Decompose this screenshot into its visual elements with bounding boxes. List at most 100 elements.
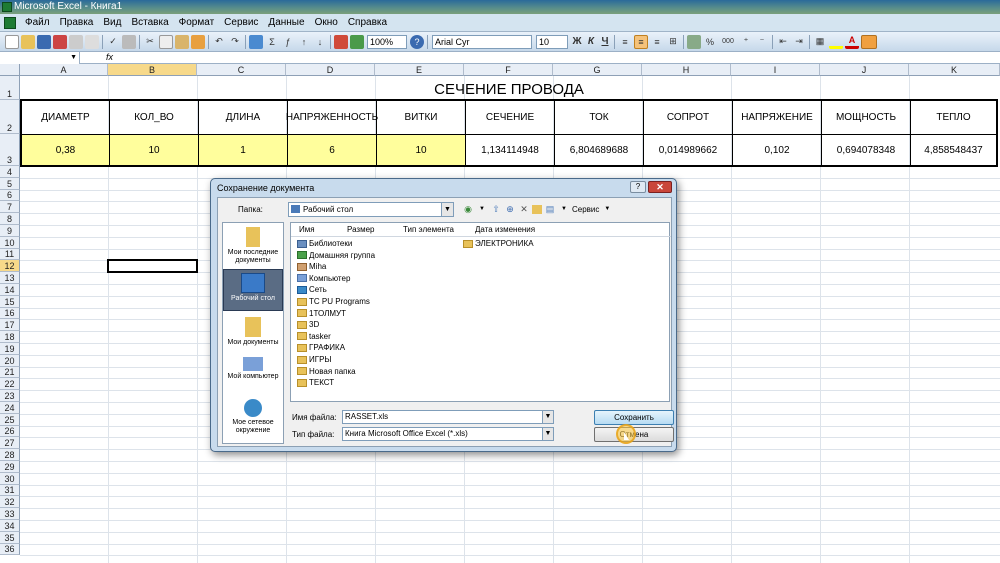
chart-wizard-icon[interactable] — [334, 34, 348, 49]
row-header[interactable]: 36 — [0, 543, 20, 556]
hyperlink-icon[interactable] — [249, 34, 263, 49]
row-header[interactable]: 17 — [0, 319, 20, 332]
row-header[interactable]: 7 — [0, 201, 20, 214]
row-header[interactable]: 28 — [0, 449, 20, 461]
sort-ascending-icon[interactable]: ↑ — [297, 35, 311, 49]
list-item[interactable]: ГРАФИКА — [297, 343, 345, 352]
row-header[interactable]: 6 — [0, 189, 20, 202]
research-icon[interactable] — [122, 34, 136, 49]
menu-format[interactable]: Формат — [174, 17, 220, 28]
spelling-icon[interactable]: ✓ — [106, 35, 120, 49]
table-value-cell[interactable]: 4,858548437 — [911, 135, 996, 165]
list-item[interactable]: Сеть — [297, 285, 327, 294]
name-box[interactable]: ▼ — [0, 52, 80, 64]
tools-menu[interactable]: Сервис — [572, 205, 599, 214]
bold-button[interactable]: Ж — [571, 35, 583, 49]
list-item[interactable]: tasker — [297, 332, 331, 341]
delete-icon[interactable]: ✕ — [518, 203, 530, 215]
fx-icon[interactable]: fx — [106, 52, 113, 62]
row-header[interactable]: 22 — [0, 378, 20, 391]
fill-color-icon[interactable] — [829, 35, 843, 49]
file-list[interactable]: Имя Размер Тип элемента Дата изменения Б… — [290, 222, 671, 402]
cut-icon[interactable]: ✂ — [143, 35, 157, 49]
print-preview-icon[interactable] — [85, 34, 99, 49]
views-icon[interactable]: ▤ — [544, 203, 556, 215]
align-center-icon[interactable]: ≡ — [634, 34, 648, 49]
filename-input[interactable]: RASSET.xls ▼ — [342, 410, 554, 424]
row-header[interactable]: 15 — [0, 295, 20, 308]
select-all-corner[interactable] — [0, 64, 20, 76]
row-header[interactable]: 33 — [0, 508, 20, 520]
table-value-cell[interactable]: 0,694078348 — [822, 135, 911, 165]
row-header[interactable]: 3 — [0, 134, 20, 166]
column-header[interactable]: G — [553, 64, 642, 76]
copy-icon[interactable] — [159, 34, 173, 49]
sheet-title[interactable]: СЕЧЕНИЕ ПРОВОДА — [20, 80, 998, 100]
table-header-cell[interactable]: ДИАМЕТР — [22, 101, 110, 135]
save-button[interactable]: Сохранить — [594, 410, 674, 425]
align-right-icon[interactable]: ≡ — [650, 35, 664, 49]
place-my-computer[interactable]: Мой компьютер — [223, 357, 283, 381]
row-header[interactable]: 35 — [0, 531, 20, 544]
undo-icon[interactable]: ↶ — [212, 35, 226, 49]
table-header-cell[interactable]: НАПРЯЖЕНИЕ — [733, 101, 822, 135]
chevron-down-icon[interactable]: ▼ — [70, 54, 77, 61]
row-header[interactable]: 11 — [0, 248, 20, 261]
menu-data[interactable]: Данные — [263, 17, 309, 28]
dialog-help-button[interactable]: ? — [630, 181, 646, 193]
row-header[interactable]: 24 — [0, 402, 20, 414]
drawing-icon[interactable] — [350, 34, 364, 49]
list-item[interactable]: Новая папка — [297, 367, 356, 376]
new-folder-icon[interactable] — [532, 204, 542, 214]
place-recent[interactable]: Мои последние документы — [223, 227, 283, 265]
menu-view[interactable]: Вид — [98, 17, 126, 28]
table-header-cell[interactable]: ТЕПЛО — [911, 101, 996, 135]
table-header-cell[interactable]: ВИТКИ — [377, 101, 466, 135]
row-header[interactable]: 14 — [0, 284, 20, 296]
list-item[interactable]: Домашняя группа — [297, 251, 375, 260]
table-header-cell[interactable]: ДЛИНА — [199, 101, 288, 135]
paste-icon[interactable] — [175, 34, 189, 49]
font-color-icon[interactable]: A — [845, 35, 859, 49]
column-header[interactable]: F — [464, 64, 553, 76]
merge-center-icon[interactable]: ⊞ — [666, 35, 680, 49]
row-header[interactable]: 2 — [0, 100, 20, 134]
column-type[interactable]: Тип элемента — [403, 225, 454, 234]
list-item[interactable]: 3D — [297, 320, 319, 329]
zoom-select[interactable]: 100% — [367, 34, 407, 49]
search-web-icon[interactable]: ⊕ — [504, 203, 516, 215]
save-icon[interactable] — [37, 34, 51, 49]
row-header[interactable]: 13 — [0, 272, 20, 284]
row-header[interactable]: 12 — [0, 260, 20, 273]
decrease-indent-icon[interactable]: ⇤ — [776, 35, 790, 49]
table-header-cell[interactable]: СОПРОТ — [644, 101, 733, 135]
row-header[interactable]: 18 — [0, 331, 20, 343]
column-header[interactable]: A — [20, 64, 108, 76]
italic-button[interactable]: К — [585, 35, 597, 49]
align-left-icon[interactable]: ≡ — [618, 35, 632, 49]
increase-indent-icon[interactable]: ⇥ — [792, 35, 806, 49]
list-item[interactable]: 1ТОЛМУТ — [297, 309, 346, 318]
format-painter-icon[interactable] — [191, 34, 205, 49]
table-header-cell[interactable]: СЕЧЕНИЕ — [466, 101, 555, 135]
excel-doc-icon[interactable] — [4, 16, 16, 29]
list-item[interactable]: ИГРЫ — [297, 355, 332, 364]
column-header[interactable]: J — [820, 64, 909, 76]
font-size-select[interactable]: 10 — [536, 34, 568, 49]
function-icon[interactable]: ƒ — [281, 35, 295, 49]
underline-button[interactable]: Ч — [599, 35, 611, 49]
column-size[interactable]: Размер — [347, 225, 375, 234]
chevron-down-icon[interactable]: ▼ — [476, 203, 488, 215]
menu-window[interactable]: Окно — [310, 17, 343, 28]
row-header[interactable]: 5 — [0, 177, 20, 190]
column-header[interactable]: H — [642, 64, 731, 76]
chevron-down-icon[interactable]: ▼ — [601, 203, 613, 215]
active-cell-selection[interactable] — [107, 259, 198, 274]
table-header-cell[interactable]: НАПРЯЖЕННОСТЬ — [286, 101, 378, 135]
permission-icon[interactable] — [53, 34, 67, 49]
redo-icon[interactable]: ↷ — [228, 35, 242, 49]
thousands-button[interactable]: 000 — [719, 35, 737, 49]
new-icon[interactable] — [5, 34, 19, 49]
list-item[interactable]: ЭЛЕКТРОНИКА — [463, 239, 534, 248]
column-header[interactable]: E — [375, 64, 464, 76]
